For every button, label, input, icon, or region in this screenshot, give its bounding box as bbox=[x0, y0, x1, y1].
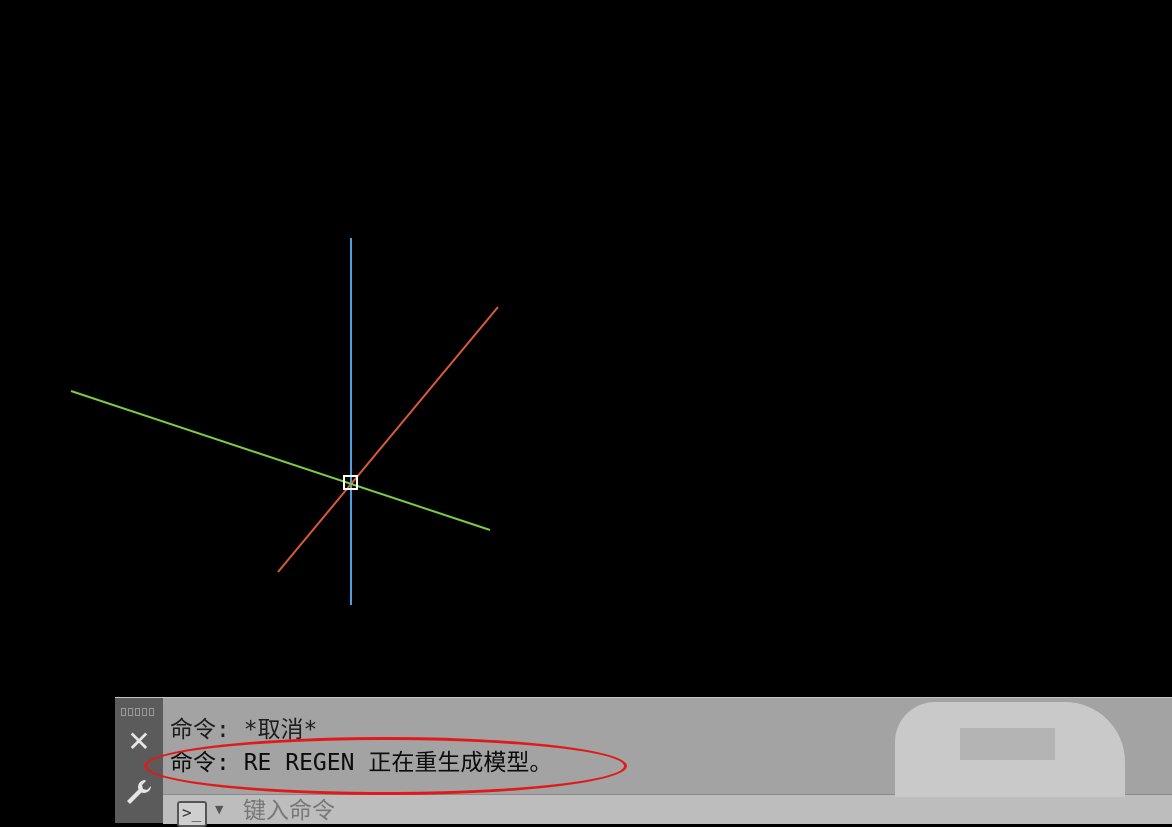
blurred-region-inner bbox=[960, 728, 1055, 760]
command-input[interactable] bbox=[243, 797, 843, 824]
wrench-icon[interactable] bbox=[123, 776, 155, 808]
green-diagonal-line[interactable] bbox=[70, 390, 491, 531]
command-prompt-icon[interactable]: >_ bbox=[177, 801, 207, 827]
command-history: 命令: *取消* 命令: RE REGEN 正在重生成模型。 bbox=[170, 714, 870, 780]
chevron-down-icon[interactable]: ▼ bbox=[215, 803, 223, 816]
command-line-panel: ✕ 命令: *取消* 命令: RE REGEN 正在重生成模型。 >_ ▼ bbox=[115, 697, 1172, 827]
command-line-handle[interactable]: ✕ bbox=[115, 698, 163, 823]
orange-diagonal-line[interactable] bbox=[277, 306, 499, 573]
history-line-regen: 命令: RE REGEN 正在重生成模型。 bbox=[170, 750, 553, 776]
grip-handle-icon[interactable] bbox=[121, 708, 157, 716]
close-icon[interactable]: ✕ bbox=[125, 728, 153, 756]
command-input-row: >_ ▼ bbox=[163, 794, 1172, 827]
history-line-cancel: 命令: *取消* bbox=[170, 717, 318, 743]
